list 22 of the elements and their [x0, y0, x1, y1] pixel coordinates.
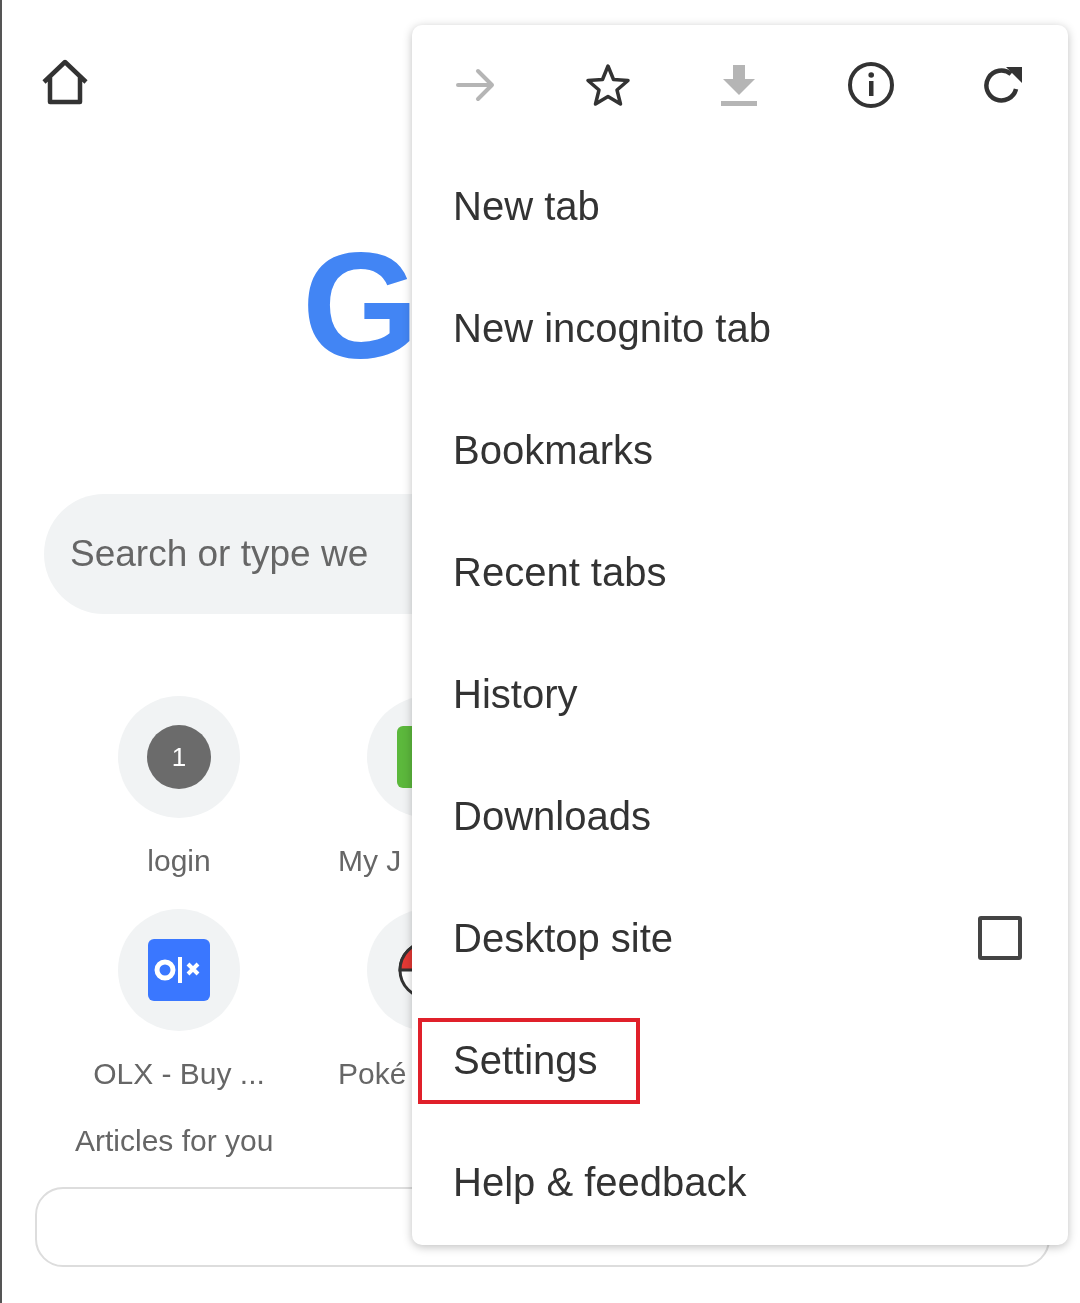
menu-item[interactable]: New incognito tab — [453, 298, 771, 358]
tile-label[interactable]: Poké — [338, 1051, 407, 1096]
menu-item[interactable]: History — [453, 664, 578, 724]
menu-item[interactable]: Help & feedback — [453, 1152, 747, 1212]
olx-logo-icon — [148, 939, 210, 1001]
menu-item[interactable]: Settings — [453, 1030, 598, 1090]
menu-item[interactable]: Desktop site — [453, 908, 674, 968]
logo: G — [302, 222, 419, 390]
section-title: Articles for you — [75, 1123, 275, 1159]
tile-label[interactable]: My J — [338, 838, 402, 883]
tile-label[interactable]: login — [147, 838, 211, 883]
checkbox[interactable] — [978, 916, 1022, 960]
menu-item[interactable]: Recent tabs — [453, 542, 667, 602]
home-icon[interactable] — [40, 58, 90, 106]
info-icon[interactable] — [846, 61, 895, 109]
tile-icon-background[interactable]: 1 — [118, 696, 240, 818]
menu-item[interactable]: Bookmarks — [453, 420, 654, 480]
tile-label[interactable]: OLX - Buy ... — [93, 1051, 265, 1096]
menu-item[interactable]: Downloads — [453, 786, 651, 846]
star-icon[interactable] — [583, 61, 632, 109]
tile-badge: 1 — [147, 725, 211, 789]
menu-item[interactable]: New tab — [453, 176, 600, 236]
